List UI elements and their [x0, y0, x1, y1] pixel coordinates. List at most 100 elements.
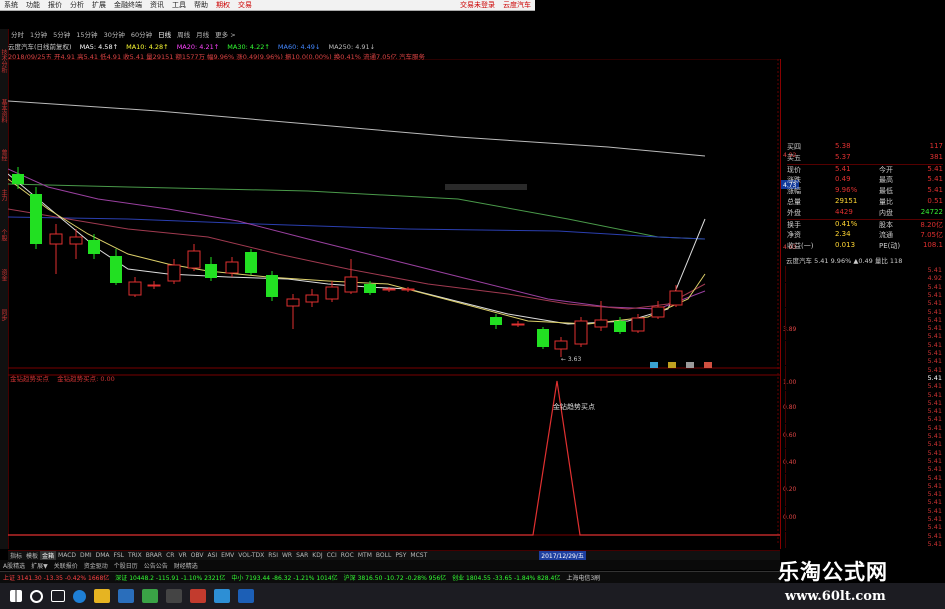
menu-trade[interactable]: 交易: [234, 0, 256, 10]
tick-row: 5.41: [785, 299, 942, 308]
candle-body-up: [651, 306, 665, 318]
sub-indicator-chart[interactable]: 金钻趋势买点: [8, 373, 780, 543]
quote-row: 涨跌 0.49 最高 5.41: [787, 175, 943, 186]
task-view-icon[interactable]: [51, 590, 65, 602]
period-tab-daily[interactable]: 日线: [155, 29, 174, 39]
indicator-tab[interactable]: ROC: [339, 552, 356, 559]
period-tab[interactable]: 30分钟: [101, 29, 128, 39]
tick-row: 5.41: [785, 315, 942, 324]
index-status-bar: 上证 3141.30 -13.35 -0.42% 1668亿 深证 10448.2…: [0, 571, 780, 583]
windows-start-icon[interactable]: [10, 590, 22, 602]
indicator-tab[interactable]: MACD: [56, 552, 78, 559]
sidebar-label[interactable]: 基本资料: [0, 99, 8, 123]
quote-l: 买五: [787, 154, 801, 162]
menu-finance-terminal[interactable]: 金融终端: [110, 0, 146, 10]
tick-list[interactable]: 5.41 4.92 5.41 5.41 5.41 5.41 5.41 5.41 5.41 5.41…: [785, 266, 945, 549]
search-icon[interactable]: [30, 589, 43, 603]
index-quote[interactable]: 上海电信3刷: [563, 573, 603, 582]
indicator-tab[interactable]: KDJ: [310, 552, 324, 559]
quote-v: 5.37: [835, 153, 851, 161]
tick-row: 5.41: [785, 415, 942, 424]
indicator-tab[interactable]: BOLL: [374, 552, 393, 559]
menu-quote[interactable]: 报价: [44, 0, 66, 10]
menu-help[interactable]: 帮助: [190, 0, 212, 10]
function-tab[interactable]: A股精选: [0, 561, 28, 570]
indicator-tab[interactable]: 指标: [8, 551, 24, 560]
function-tab[interactable]: 个股日历: [111, 561, 141, 570]
period-tab[interactable]: 5分钟: [50, 29, 73, 39]
edge-browser-icon[interactable]: [73, 589, 86, 603]
function-tab[interactable]: 扩展▼: [28, 561, 51, 570]
period-tab[interactable]: 15分钟: [73, 29, 100, 39]
function-tab[interactable]: 财经精选: [171, 561, 201, 570]
app-icon[interactable]: [166, 589, 182, 603]
indicator-tab[interactable]: 金箱: [40, 551, 57, 560]
period-tab[interactable]: 60分钟: [128, 29, 155, 39]
period-tab[interactable]: 1分钟: [27, 29, 50, 39]
indicator-tab[interactable]: VOL-TDX: [236, 552, 266, 559]
period-tab[interactable]: 月线: [193, 29, 212, 39]
function-tab[interactable]: 关联报价: [51, 561, 81, 570]
index-quote[interactable]: 创业 1804.55 -33.65 -1.84% 828.4亿: [449, 573, 563, 582]
indicator-tab[interactable]: PSY: [393, 552, 408, 559]
sidebar-label[interactable]: 同步: [0, 309, 8, 321]
indicator-tab[interactable]: RSI: [266, 552, 280, 559]
app-icon[interactable]: [214, 589, 230, 603]
tick-row: 5.41: [785, 490, 942, 499]
period-tab[interactable]: 周线: [174, 29, 193, 39]
indicator-tab[interactable]: 模板: [24, 551, 40, 560]
indicator-tab[interactable]: FSL: [112, 552, 127, 559]
sidebar-label[interactable]: 技术分析: [0, 49, 8, 73]
sidebar-label[interactable]: 主力: [0, 189, 8, 201]
signal-box[interactable]: [650, 362, 658, 368]
indicator-tab[interactable]: CCI: [325, 552, 339, 559]
app-icon[interactable]: [190, 589, 206, 603]
indicator-tab[interactable]: OBV: [189, 552, 206, 559]
ma250-line: [8, 100, 706, 157]
indicator-tab[interactable]: MCST: [408, 552, 429, 559]
index-quote[interactable]: 中小 7193.44 -86.32 -1.21% 1014亿: [228, 573, 340, 582]
index-quote[interactable]: 上证 3141.30 -13.35 -0.42% 1668亿: [0, 573, 112, 582]
menu-tools[interactable]: 工具: [168, 0, 190, 10]
menu-extend[interactable]: 扩展: [88, 0, 110, 10]
period-selector: 分时 1分钟 5分钟 15分钟 30分钟 60分钟 日线 周线 月线 更多 >: [8, 29, 778, 39]
menu-system[interactable]: 系统: [0, 0, 22, 10]
tick-row: 5.41: [785, 481, 942, 490]
stock-terminal-window: 系统 功能 报价 分析 扩展 金融终端 资讯 工具 帮助 期权 交易 交易未登录…: [0, 0, 945, 609]
indicator-tab[interactable]: BRAR: [144, 552, 164, 559]
sidebar-label[interactable]: 资金: [0, 269, 8, 281]
signal-box[interactable]: [668, 362, 676, 368]
indicator-tab[interactable]: WR: [280, 552, 294, 559]
menu-analysis[interactable]: 分析: [66, 0, 88, 10]
menu-function[interactable]: 功能: [22, 0, 44, 10]
period-tab[interactable]: 分时: [8, 29, 27, 39]
index-quote[interactable]: 深证 10448.2 -115.91 -1.10% 2321亿: [112, 573, 228, 582]
period-more[interactable]: 更多 >: [212, 29, 239, 39]
trade-login-status[interactable]: 交易未登录: [456, 0, 499, 10]
ma-legend-row: 云度汽车(日线前复权) MA5: 4.58↑ MA10: 4.28↑ MA20:…: [8, 41, 375, 51]
sidebar-label[interactable]: 个股: [0, 229, 8, 241]
indicator-tab[interactable]: TRIX: [126, 552, 144, 559]
function-tab[interactable]: 公告公告: [141, 561, 171, 570]
function-tab[interactable]: 资金驱动: [81, 561, 111, 570]
candlestick-chart[interactable]: ← 3.63: [8, 59, 780, 369]
index-quote[interactable]: 沪深 3816.50 -10.72 -0.28% 956亿: [341, 573, 449, 582]
indicator-tab[interactable]: ASI: [205, 552, 219, 559]
sidebar-label[interactable]: 曾经: [0, 149, 8, 161]
menu-options[interactable]: 期权: [212, 0, 234, 10]
quote-r: 流通: [879, 231, 893, 239]
app-icon[interactable]: [142, 589, 158, 603]
menu-news[interactable]: 资讯: [146, 0, 168, 10]
signal-box[interactable]: [686, 362, 694, 368]
indicator-tab[interactable]: CR: [164, 552, 176, 559]
folder-icon[interactable]: [94, 589, 110, 603]
signal-box[interactable]: [704, 362, 712, 368]
store-icon[interactable]: [118, 589, 134, 603]
indicator-tab[interactable]: SAR: [294, 552, 310, 559]
indicator-tab[interactable]: EMV: [219, 552, 236, 559]
indicator-tab[interactable]: VR: [176, 552, 188, 559]
indicator-tab[interactable]: MTM: [356, 552, 374, 559]
indicator-tab[interactable]: DMI: [78, 552, 94, 559]
app-icon[interactable]: [238, 589, 254, 603]
indicator-tab[interactable]: DMA: [94, 552, 112, 559]
